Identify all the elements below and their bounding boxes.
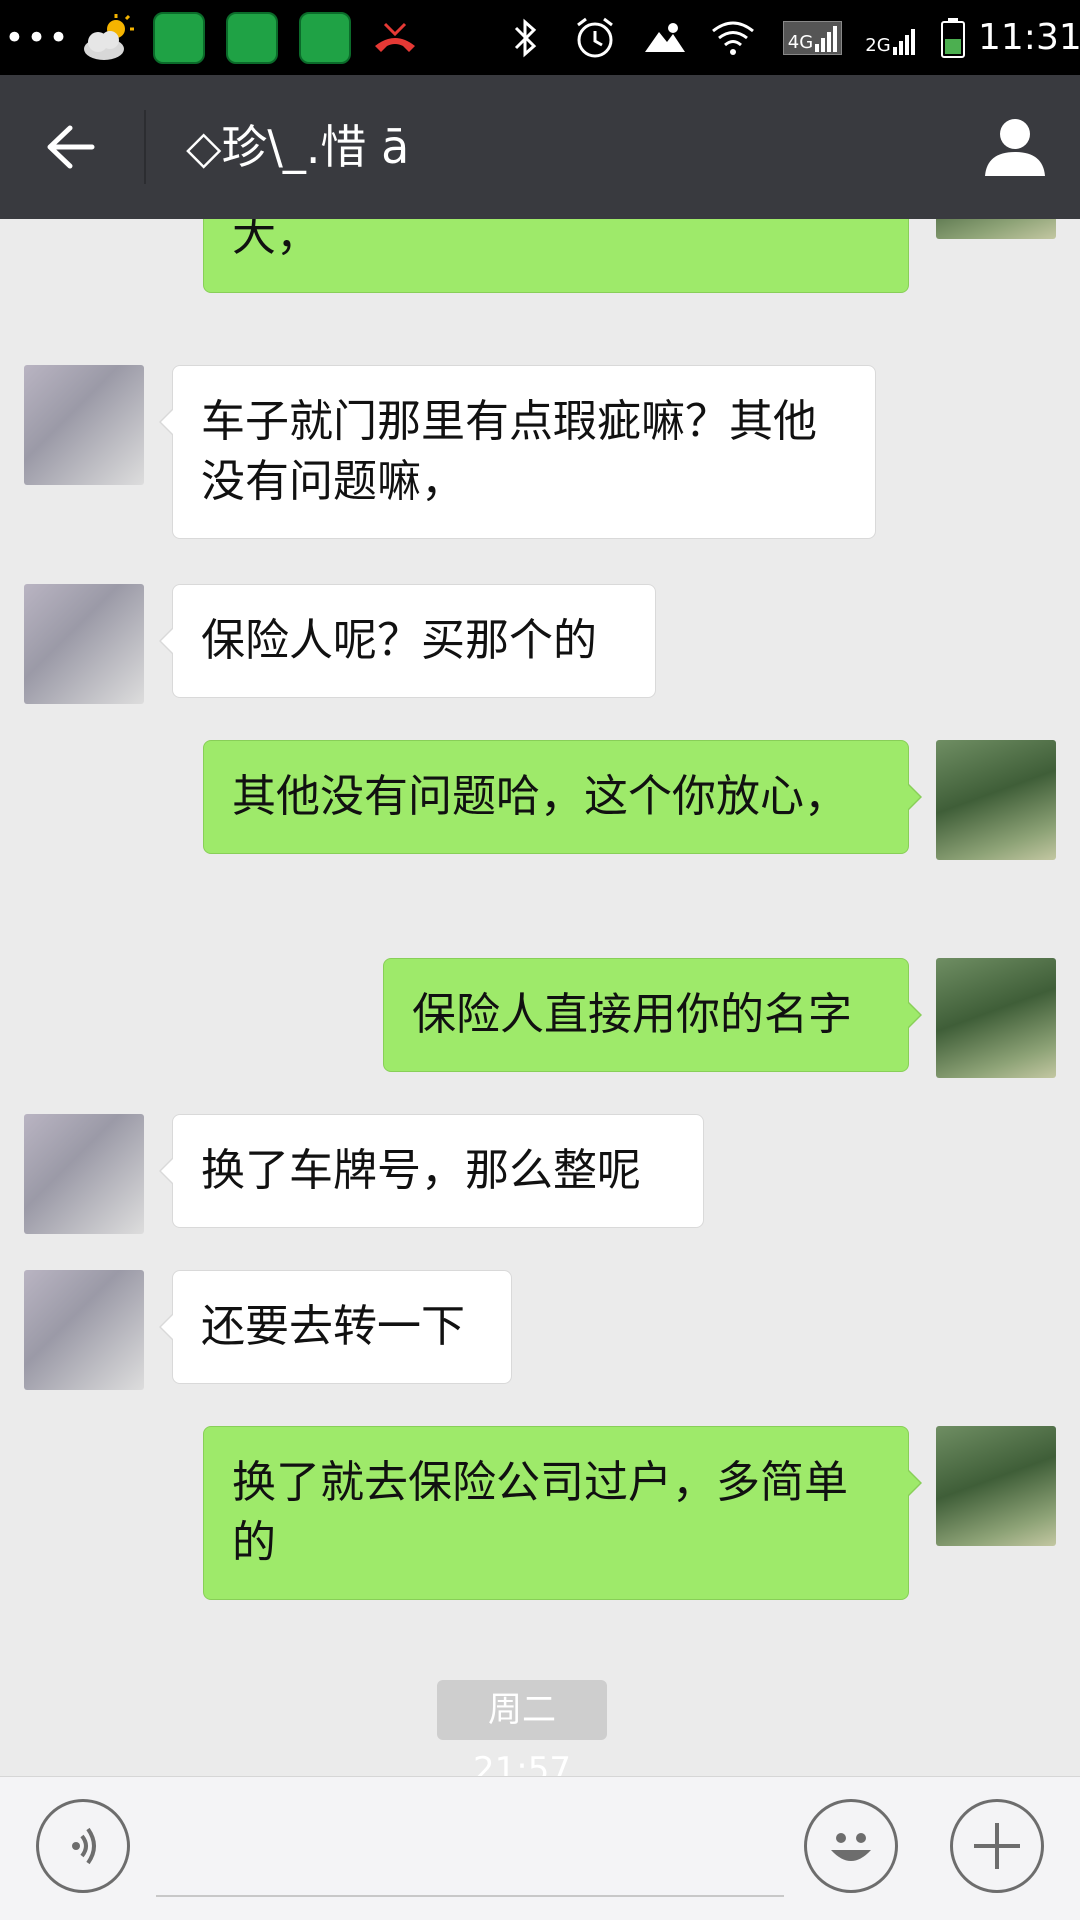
voice-button[interactable]	[36, 1799, 130, 1893]
message-bubble[interactable]: 换了车牌号，那么整呢	[159, 1114, 704, 1228]
message-list[interactable]: 现在用原来的行驶证实，明白更大， 车子就门那里有点瑕疵嘛？其他没有问题嘛， 保险…	[0, 219, 1080, 1776]
app-icon	[226, 12, 278, 64]
emoji-button[interactable]	[804, 1799, 898, 1893]
more-button[interactable]	[950, 1799, 1044, 1893]
back-button[interactable]	[30, 112, 110, 182]
signal-4g-icon: 4G	[775, 0, 850, 75]
status-bar: ••• 4G 2G 11:31	[0, 0, 1080, 75]
avatar[interactable]	[936, 1426, 1056, 1546]
signal-2g-icon: 2G	[855, 0, 925, 75]
chat-title: ◇珍\_.惜 ā	[186, 120, 410, 174]
message-bubble[interactable]: 车子就门那里有点瑕疵嘛？其他没有问题嘛，	[159, 365, 876, 539]
wifi-icon	[705, 0, 760, 75]
message-bubble[interactable]: 保险人直接用你的名字	[383, 958, 922, 1072]
message-input[interactable]	[156, 1807, 784, 1897]
chat-info-button[interactable]	[980, 112, 1050, 182]
input-bar	[0, 1776, 1080, 1920]
message-bubble[interactable]: 现在用原来的行驶证实，明白更大，	[203, 219, 909, 293]
message-bubble[interactable]: 其他没有问题哈，这个你放心，	[203, 740, 922, 854]
person-icon	[985, 119, 1045, 176]
alarm-icon	[570, 0, 620, 75]
avatar[interactable]	[24, 584, 144, 704]
avatar[interactable]	[936, 958, 1056, 1078]
message-bubble[interactable]: 保险人呢？买那个的	[159, 584, 656, 698]
message-bubble[interactable]: 换了就去保险公司过户，多简单的	[203, 1426, 922, 1600]
voice-icon	[72, 1827, 96, 1865]
avatar[interactable]	[24, 1114, 144, 1234]
message-bubble[interactable]: 还要去转一下	[159, 1270, 512, 1384]
plus-icon	[974, 1823, 1020, 1869]
back-arrow-icon	[47, 125, 95, 169]
network-4g-label: 4G	[787, 31, 814, 53]
battery-icon	[935, 0, 971, 75]
missed-call-icon	[370, 0, 420, 75]
cloud-icon	[640, 0, 690, 75]
time-divider: 周二 21:57	[437, 1680, 607, 1776]
chat-header: ◇珍\_.惜 ā	[0, 75, 1080, 219]
status-clock: 11:31	[978, 17, 1080, 58]
app-icon	[299, 12, 351, 64]
avatar[interactable]	[936, 219, 1056, 239]
avatar[interactable]	[24, 365, 144, 485]
smiley-icon	[831, 1833, 871, 1861]
avatar[interactable]	[24, 1270, 144, 1390]
avatar[interactable]	[936, 740, 1056, 860]
more-dots-icon: •••	[4, 17, 71, 58]
app-icon	[153, 12, 205, 64]
bluetooth-icon	[505, 0, 545, 75]
network-2g-label: 2G	[865, 34, 891, 56]
header-divider	[144, 110, 146, 184]
weather-icon	[78, 0, 138, 75]
